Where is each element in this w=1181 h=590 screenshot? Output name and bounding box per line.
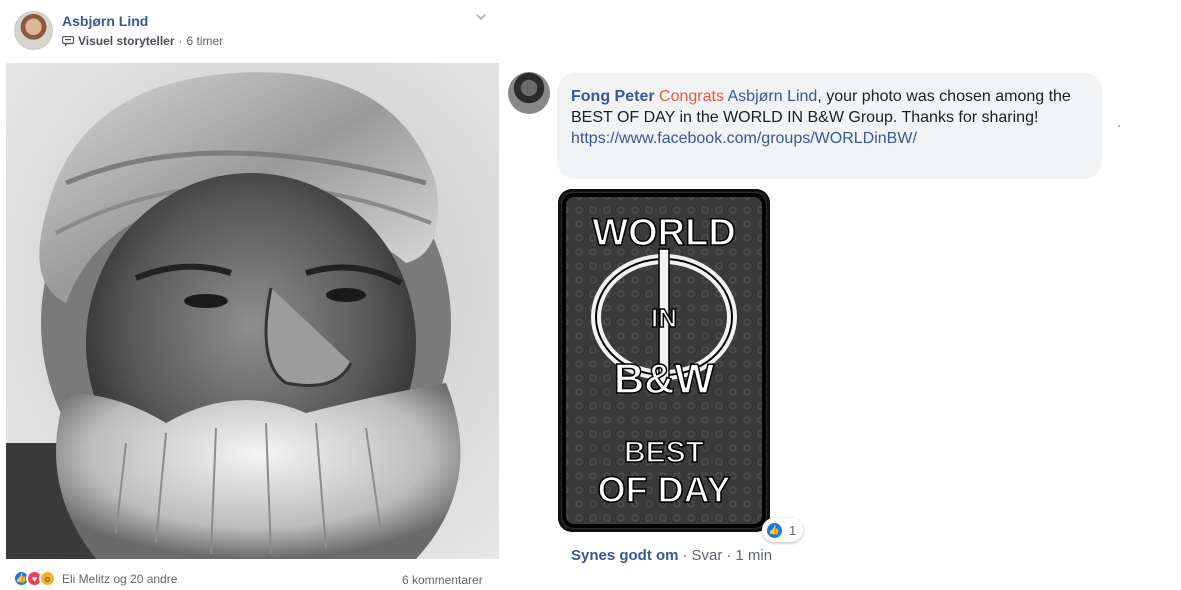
wow-reaction-icon: o [39,570,56,587]
sticker-art: WORLD IN B&W BEST OF DAY [562,193,766,528]
commenter-avatar[interactable] [508,72,550,114]
reaction-summary[interactable]: 👍 ♥ o Eli Melitz og 20 andre [13,570,177,587]
comment-actions: Synes godt om · Svar · 1 min [571,547,772,564]
post-author-name[interactable]: Asbjørn Lind [62,13,148,29]
like-reaction-icon: 👍 [765,520,784,540]
comment-like-badge[interactable]: 👍 1 [762,518,804,542]
comments-count[interactable]: 6 kommentarer [402,573,483,587]
storyteller-badge-icon [62,35,74,46]
post-meta: Visuel storyteller · 6 timer [62,34,223,48]
decorative-dot [1118,125,1120,127]
meta-separator: · [178,34,183,48]
comment: Fong Peter Congrats Asbjørn Lind, your p… [505,0,1181,590]
sticker-line5: OF DAY [598,469,731,510]
sticker-line1: WORLD [592,212,736,254]
reply-button[interactable]: Svar [692,547,723,564]
action-separator: · [682,547,688,564]
post-timestamp[interactable]: 6 timer [187,34,224,48]
comment-bubble: Fong Peter Congrats Asbjørn Lind, your p… [557,73,1102,179]
comment-highlight: Congrats [659,88,724,105]
comment-like-count: 1 [789,522,797,538]
sticker-line2: IN [651,303,677,333]
author-badge[interactable]: Visuel storyteller [78,34,175,48]
post-photo[interactable] [6,63,499,559]
world-in-bw-sticker[interactable]: WORLD IN B&W BEST OF DAY [558,189,770,532]
like-comment-button[interactable]: Synes godt om [571,547,679,564]
reactions-text[interactable]: Eli Melitz og 20 andre [62,572,177,586]
comment-timestamp[interactable]: 1 min [735,547,772,564]
action-separator: · [726,547,732,564]
sticker-line3: B&W [614,355,715,402]
comment-link[interactable]: https://www.facebook.com/groups/WORLDinB… [571,130,917,147]
comment-mention[interactable]: Asbjørn Lind [728,88,818,105]
author-avatar[interactable] [14,11,53,50]
sticker-line4: BEST [624,436,704,469]
portrait-image [6,63,499,559]
post-card: Asbjørn Lind Visuel storyteller · 6 time… [0,0,505,590]
commenter-name[interactable]: Fong Peter [571,88,655,105]
chevron-down-icon[interactable] [474,10,488,24]
